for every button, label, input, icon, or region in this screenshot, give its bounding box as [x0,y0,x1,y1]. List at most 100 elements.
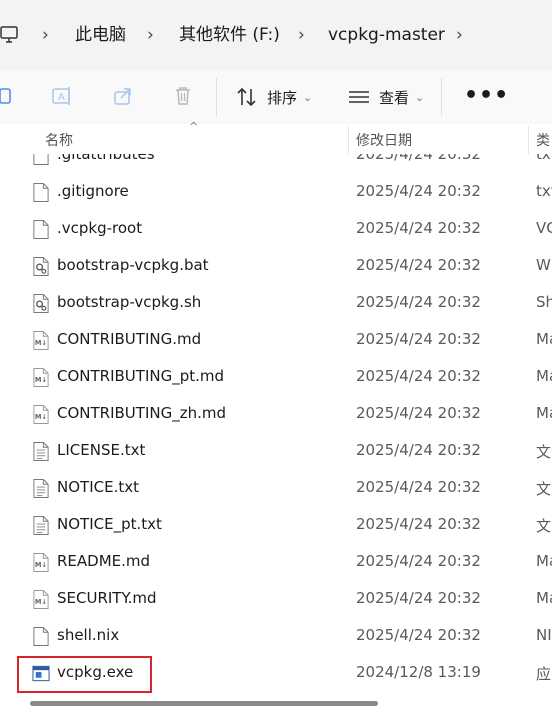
file-modified-date: 2025/4/24 20:32 [356,154,481,163]
file-modified-date: 2025/4/24 20:32 [356,404,481,422]
file-name: NOTICE.txt [57,478,139,496]
file-row[interactable]: bootstrap-vcpkg.bat 2025/4/24 20:32 W [0,248,552,285]
copy-icon[interactable] [0,84,18,108]
file-type: Ma [536,552,552,570]
view-list-icon [349,91,369,103]
markdown-icon: M↓ [33,590,49,609]
file-modified-date: 2025/4/24 20:32 [356,441,481,459]
markdown-icon: M↓ [33,553,49,572]
sort-arrows-icon [237,87,256,107]
chevron-right-icon[interactable]: › [42,22,49,48]
script-gear-icon [33,257,49,276]
sort-button[interactable]: 排序 ⌄ [235,82,312,112]
view-button[interactable]: 查看 ⌄ [347,82,424,112]
document-icon [33,220,49,239]
text-file-icon [33,516,49,535]
file-type: Ma [536,330,552,348]
file-row[interactable]: M↓ CONTRIBUTING.md 2025/4/24 20:32 Ma [0,322,552,359]
more-options-icon[interactable]: ••• [464,85,509,107]
file-modified-date: 2025/4/24 20:32 [356,367,481,385]
delete-icon[interactable] [171,84,195,108]
file-modified-date: 2025/4/24 20:32 [356,478,481,496]
breadcrumb-item-drive[interactable]: 其他软件 (F:) [179,22,280,48]
file-modified-date: 2025/4/24 20:32 [356,330,481,348]
file-type: Ma [536,367,552,385]
document-icon [33,627,49,646]
sort-up-icon: ^ [189,120,199,133]
breadcrumb-item-folder[interactable]: vcpkg-master [328,22,445,48]
markdown-icon: M↓ [33,368,49,387]
file-name: .gitattributes [57,154,155,163]
column-header-row: ^ 名称 修改日期 类 [0,120,552,154]
file-name: NOTICE_pt.txt [57,515,162,533]
file-type: Ma [536,589,552,607]
svg-text:M↓: M↓ [35,598,47,606]
column-header-date[interactable]: 修改日期 [356,130,412,150]
svg-text:M↓: M↓ [35,339,47,347]
address-bar[interactable]: › 此电脑 › 其他软件 (F:) › vcpkg-master › [0,0,552,70]
file-row[interactable]: LICENSE.txt 2025/4/24 20:32 文 [0,433,552,470]
chevron-right-icon[interactable]: › [147,22,154,48]
file-type: 文 [536,517,552,535]
file-name: bootstrap-vcpkg.sh [57,293,202,311]
file-name: README.md [57,552,151,570]
file-name: .vcpkg-root [57,219,143,237]
view-label: 查看 [379,88,410,107]
file-row[interactable]: bootstrap-vcpkg.sh 2025/4/24 20:32 Sh [0,285,552,322]
chevron-down-icon: ⌄ [415,90,425,104]
file-modified-date: 2025/4/24 20:32 [356,256,481,274]
column-header-name[interactable]: 名称 [45,130,73,150]
rename-icon[interactable]: A [50,84,74,108]
script-gear-icon [33,294,49,313]
file-row[interactable]: M↓ CONTRIBUTING_zh.md 2025/4/24 20:32 Ma [0,396,552,433]
file-type: 文 [536,480,552,498]
svg-text:M↓: M↓ [35,413,47,421]
breadcrumb-item-this-pc[interactable]: 此电脑 [75,22,126,48]
file-row[interactable]: M↓ README.md 2025/4/24 20:32 Ma [0,544,552,581]
svg-text:A: A [58,92,65,103]
file-name: .gitignore [57,182,129,200]
file-modified-date: 2025/4/24 20:32 [356,515,481,533]
chevron-right-icon[interactable]: › [298,22,305,48]
file-name: CONTRIBUTING_pt.md [57,367,225,385]
markdown-icon: M↓ [33,405,49,424]
file-type: W [536,256,551,274]
column-divider[interactable] [348,126,349,154]
file-row[interactable]: .gitattributes 2025/4/24 20:32 tx [0,154,552,174]
file-row[interactable]: .vcpkg-root 2025/4/24 20:32 VC [0,211,552,248]
file-type: 应 [536,665,552,683]
svg-text:M↓: M↓ [35,561,47,569]
file-modified-date: 2025/4/24 20:32 [356,589,481,607]
file-row[interactable]: NOTICE.txt 2025/4/24 20:32 文 [0,470,552,507]
file-row[interactable]: M↓ CONTRIBUTING_pt.md 2025/4/24 20:32 Ma [0,359,552,396]
text-file-icon [33,442,49,461]
file-modified-date: 2025/4/24 20:32 [356,626,481,644]
file-type: tx [536,154,551,163]
file-modified-date: 2024/12/8 13:19 [356,663,481,681]
file-modified-date: 2025/4/24 20:32 [356,219,481,237]
file-type: txt [536,182,552,200]
column-header-type[interactable]: 类 [536,130,550,150]
horizontal-scrollbar[interactable] [0,694,552,713]
highlight-annotation [17,656,152,693]
file-row[interactable]: .gitignore 2025/4/24 20:32 txt [0,174,552,211]
toolbar-divider [441,78,442,116]
file-name: CONTRIBUTING.md [57,330,202,348]
file-row[interactable]: NOTICE_pt.txt 2025/4/24 20:32 文 [0,507,552,544]
document-icon [33,183,49,202]
file-row[interactable]: shell.nix 2025/4/24 20:32 NI [0,618,552,655]
file-row[interactable]: M↓ SECURITY.md 2025/4/24 20:32 Ma [0,581,552,618]
sort-label: 排序 [267,88,298,107]
share-icon[interactable] [111,84,135,108]
file-type: VC [536,219,552,237]
file-type: Ma [536,404,552,422]
chevron-right-icon[interactable]: › [456,22,463,48]
svg-text:M↓: M↓ [35,376,47,384]
computer-icon[interactable] [0,24,20,46]
scrollbar-thumb[interactable] [30,701,378,706]
file-name: CONTRIBUTING_zh.md [57,404,226,422]
chevron-down-icon: ⌄ [303,90,313,104]
text-file-icon [33,479,49,498]
column-divider[interactable] [528,126,529,154]
file-name: LICENSE.txt [57,441,146,459]
